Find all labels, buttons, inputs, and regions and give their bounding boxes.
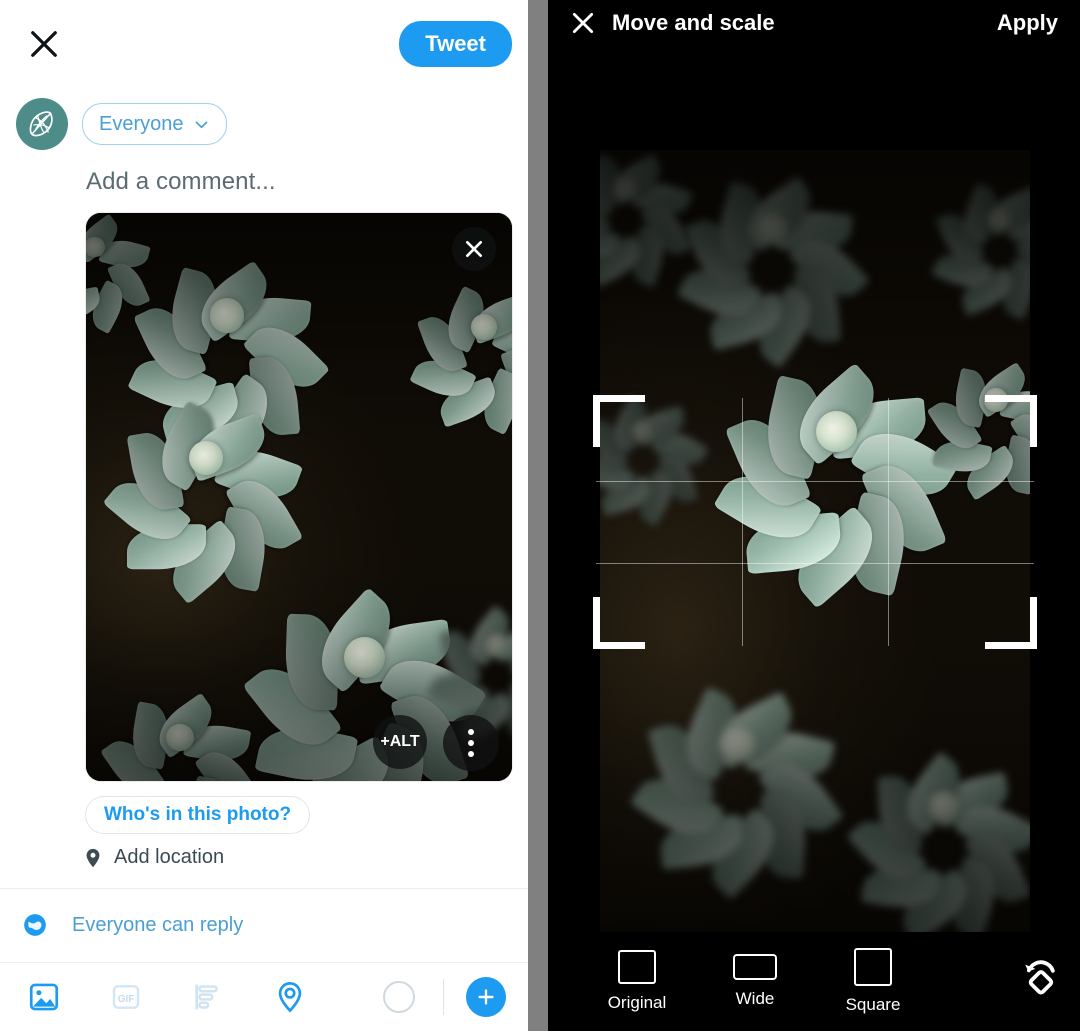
editor-bottom-bar: Original Wide Square (548, 932, 1080, 1031)
crop-overlay[interactable] (593, 395, 1037, 649)
apply-button[interactable]: Apply (997, 10, 1058, 36)
compose-panel: Tweet Everyone Add a comment... +ALT Who… (0, 0, 528, 1031)
gif-icon[interactable]: GIF (104, 975, 148, 1019)
ratio-label: Square (845, 995, 901, 1014)
editor-title: Move and scale (612, 10, 775, 35)
tag-people-button[interactable]: Who's in this photo? (85, 796, 311, 834)
audience-row: Everyone (0, 88, 528, 150)
grid-line-vertical-1 (741, 398, 743, 646)
location-icon[interactable] (268, 975, 312, 1019)
square-ratio-icon (854, 948, 892, 986)
character-count-ring (377, 975, 421, 1019)
alt-text-button[interactable]: +ALT (373, 715, 427, 769)
avatar[interactable] (16, 98, 68, 150)
chevron-down-icon (193, 116, 210, 133)
grid-line-vertical-2 (887, 398, 889, 646)
ratio-option-original[interactable]: Original (578, 950, 696, 1013)
attached-media[interactable]: +ALT (85, 212, 513, 782)
close-icon (466, 241, 482, 257)
ratio-option-wide[interactable]: Wide (696, 954, 814, 1009)
location-pin-icon (82, 847, 104, 869)
close-icon[interactable] (566, 6, 600, 40)
poll-icon[interactable] (186, 975, 230, 1019)
reply-setting-label[interactable]: Everyone can reply (72, 914, 243, 937)
plus-icon (478, 988, 494, 1005)
remove-media-button[interactable] (452, 227, 496, 271)
more-options-icon (468, 729, 474, 735)
add-location-label: Add location (114, 846, 225, 868)
reply-setting-row[interactable]: Everyone can reply (0, 888, 528, 962)
media-more-options-button[interactable] (443, 715, 499, 771)
rotate-button[interactable] (1000, 952, 1080, 998)
compose-header: Tweet (0, 0, 528, 88)
wide-ratio-icon (733, 954, 777, 980)
succulent-photo (86, 213, 512, 781)
comment-input[interactable]: Add a comment... (0, 146, 528, 196)
tweet-button[interactable]: Tweet (399, 21, 512, 67)
media-icon[interactable] (22, 975, 66, 1019)
globe-icon (22, 912, 48, 938)
ratio-option-square[interactable]: Square (814, 948, 932, 1015)
editor-header: Move and scale Apply (548, 0, 1080, 46)
ratio-label: Wide (735, 989, 775, 1008)
original-ratio-icon (618, 950, 656, 984)
close-icon[interactable] (22, 22, 66, 66)
audience-label: Everyone (99, 112, 184, 135)
toolbar-divider (443, 978, 444, 1015)
svg-text:GIF: GIF (118, 993, 134, 1004)
crop-editor-panel: Move and scale Apply Original Wide Squar… (548, 0, 1080, 1031)
audience-selector[interactable]: Everyone (82, 103, 227, 145)
grid-line-horizontal-2 (596, 563, 1034, 565)
app-screen: Tweet Everyone Add a comment... +ALT Who… (0, 0, 1080, 1031)
leaf-globe-avatar-icon (29, 111, 53, 137)
rotate-icon (1025, 959, 1055, 994)
add-tweet-button[interactable] (466, 976, 506, 1017)
grid-line-horizontal-1 (596, 480, 1034, 482)
ratio-label: Original (607, 993, 667, 1012)
add-location-row[interactable]: Add location (82, 846, 528, 869)
compose-toolbar: GIF (0, 962, 528, 1031)
panel-divider (528, 0, 548, 1031)
